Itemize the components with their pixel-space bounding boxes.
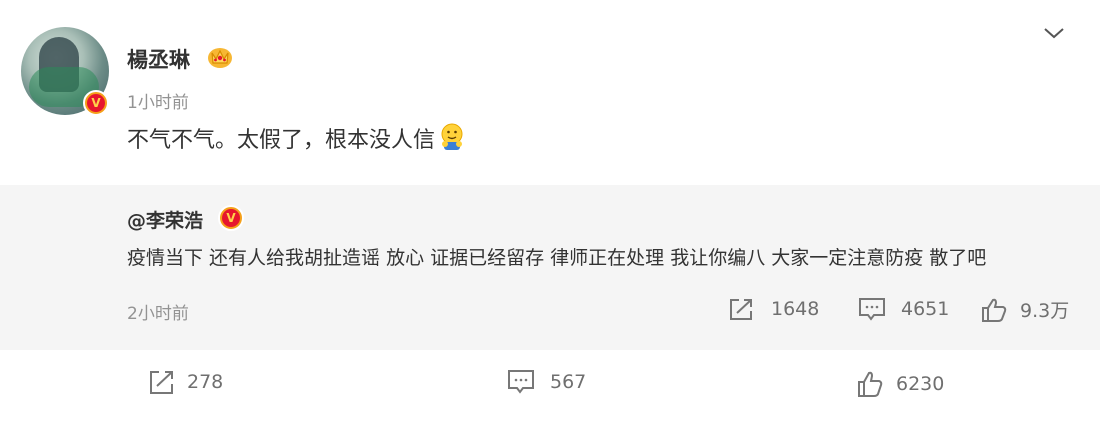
repost-like-count: 9.3万: [1020, 300, 1070, 322]
comment-icon: [857, 296, 887, 322]
post-content: 不气不气。太假了，根本没人信: [127, 122, 467, 154]
repost-like-button[interactable]: 9.3万: [980, 296, 1069, 323]
repost-content: 疫情当下 还有人给我胡扯造谣 放心 证据已经留存 律师正在处理 我让你编八 大家…: [127, 247, 987, 269]
hug-emoji: [437, 123, 467, 151]
repost-comment-button[interactable]: 4651: [857, 296, 949, 322]
thumbs-up-icon: [856, 370, 884, 398]
reposted-card[interactable]: @李荣浩 V 疫情当下 还有人给我胡扯造谣 放心 证据已经留存 律师正在处理 我…: [0, 185, 1100, 350]
crown-icon: [207, 45, 233, 69]
repost-icon: [147, 368, 177, 396]
post-username[interactable]: 楊丞琳: [127, 44, 190, 74]
share-button[interactable]: 278: [147, 368, 223, 396]
post-action-bar: 278 567 6230: [0, 350, 1100, 421]
repost-comment-count: 4651: [901, 298, 950, 320]
chevron-down-icon[interactable]: [1042, 25, 1066, 41]
repost-time[interactable]: 2小时前: [127, 299, 189, 324]
verified-v-icon: V: [218, 205, 244, 231]
like-count: 6230: [896, 373, 945, 395]
repost-share-button[interactable]: 1648: [727, 296, 819, 322]
verified-v-icon: V: [83, 90, 109, 116]
user-avatar[interactable]: V: [21, 27, 111, 117]
share-count: 278: [187, 371, 224, 393]
like-button[interactable]: 6230: [856, 370, 944, 398]
post-content-text: 不气不气。太假了，根本没人信: [127, 128, 436, 153]
weibo-post: V 楊丞琳 1小时前 不气不气。太假了，根本没人信: [0, 0, 1100, 185]
post-time[interactable]: 1小时前: [127, 88, 189, 113]
comment-button[interactable]: 567: [506, 368, 586, 396]
repost-icon: [727, 296, 757, 322]
repost-share-count: 1648: [771, 298, 820, 320]
repost-username[interactable]: @李荣浩: [127, 206, 203, 233]
comment-icon: [506, 368, 536, 396]
comment-count: 567: [550, 371, 587, 393]
thumbs-up-icon: [980, 297, 1008, 323]
